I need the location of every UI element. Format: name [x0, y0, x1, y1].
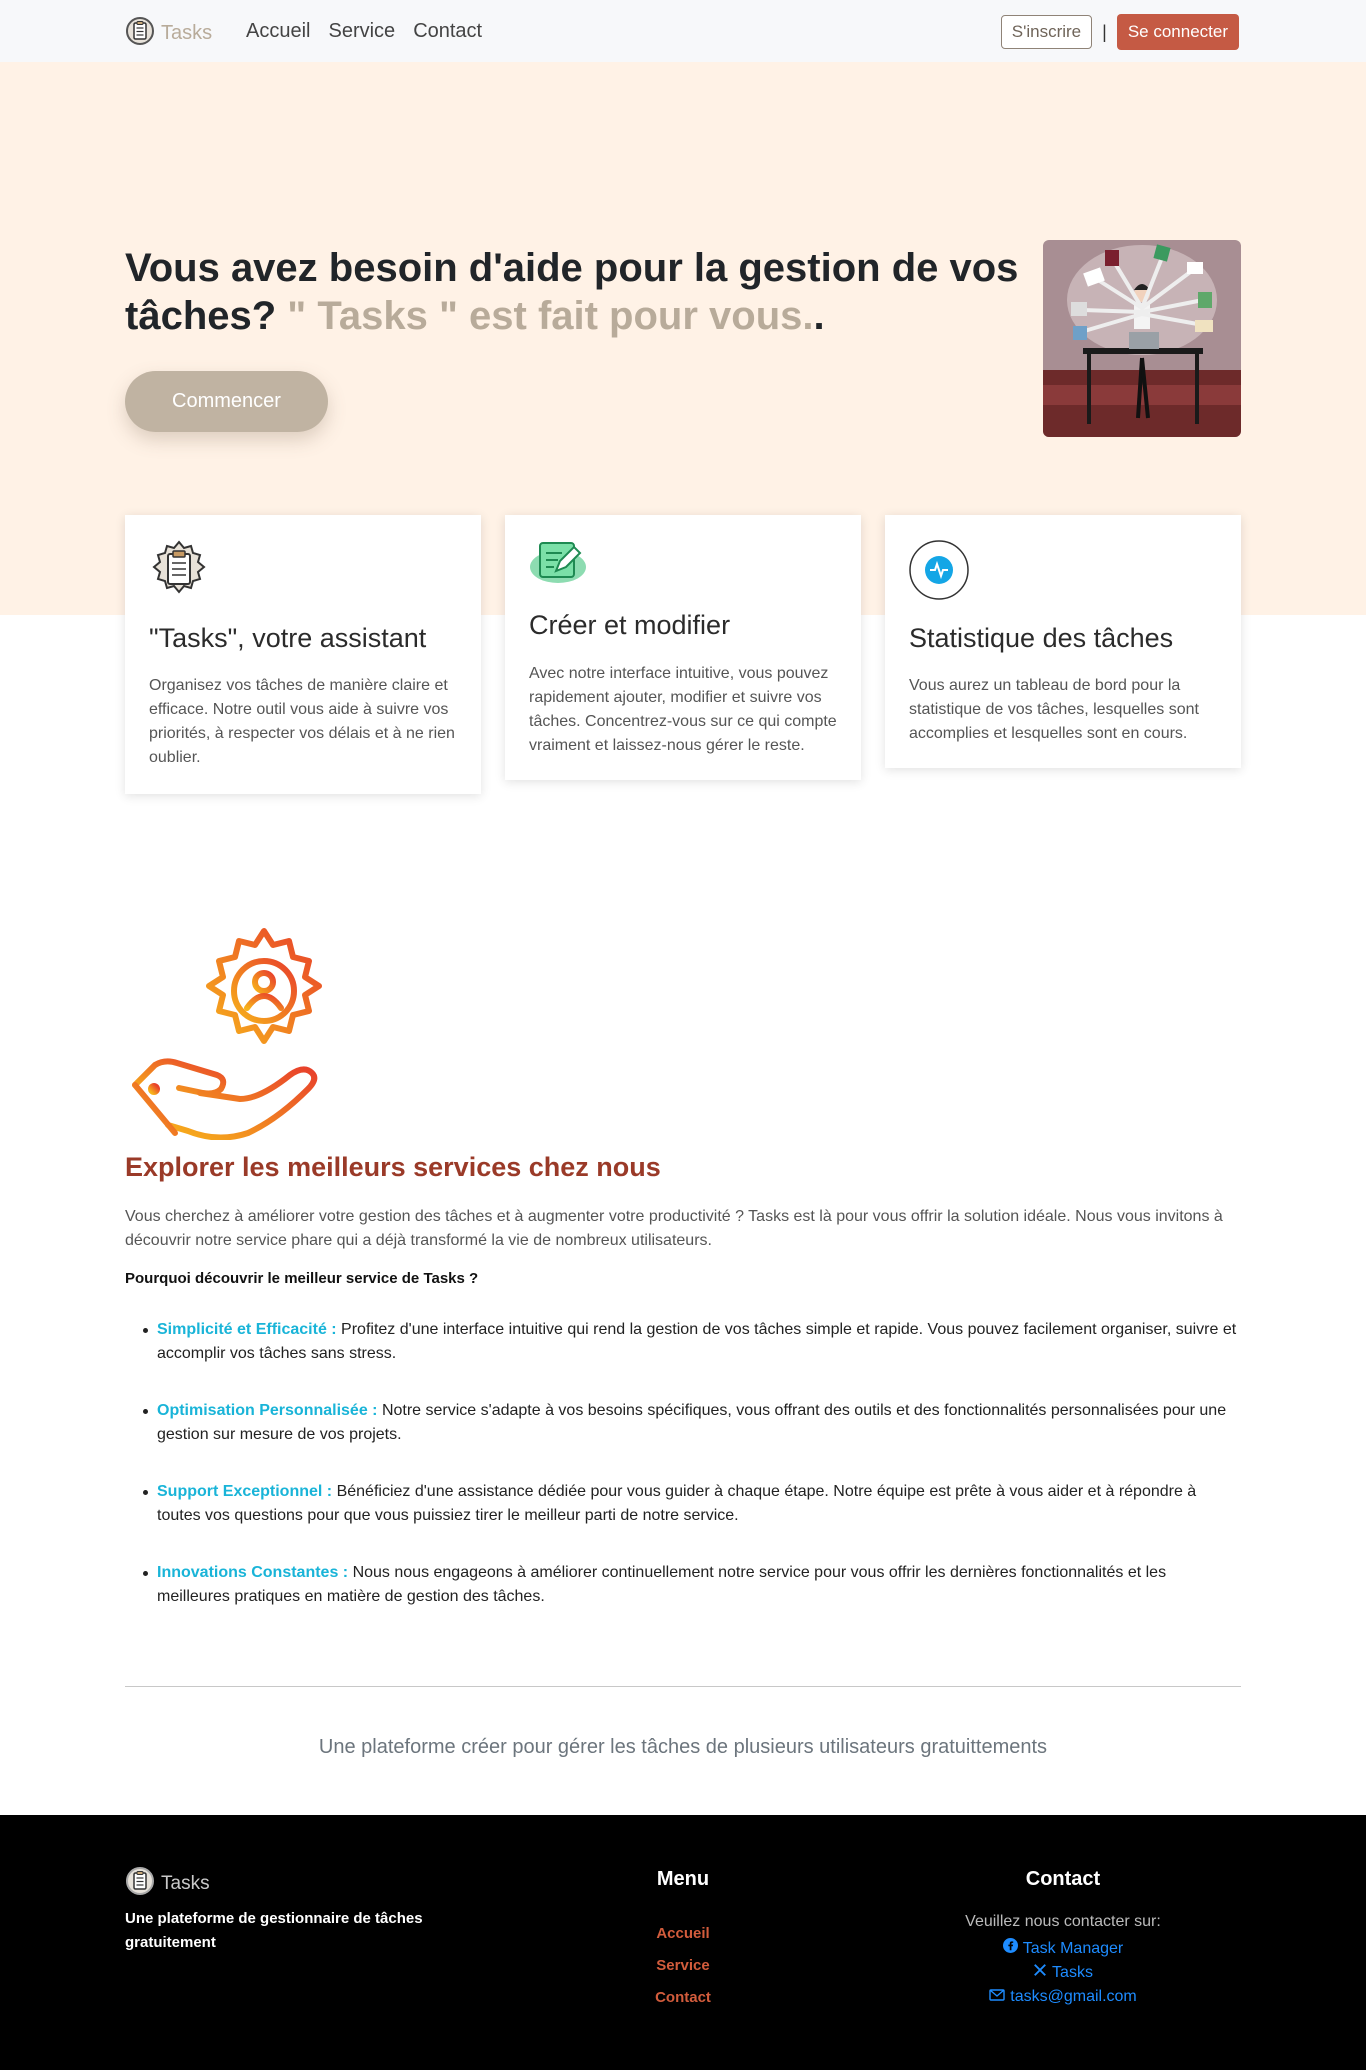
services-intro: Vous cherchez à améliorer votre gestion …	[125, 1208, 1223, 1249]
navbar: Tasks Accueil Service Contact S'inscrire…	[0, 0, 1366, 62]
nav-link-accueil[interactable]: Accueil	[246, 20, 310, 43]
nav-link-service[interactable]: Service	[328, 20, 395, 43]
nav-links: Accueil Service Contact	[246, 20, 482, 43]
hero-title: Vous avez besoin d'aide pour la gestion …	[125, 244, 1025, 340]
services-title-bold: services	[413, 1152, 522, 1182]
clipboard-logo-icon	[125, 1866, 155, 1901]
hand-gear-illustration	[130, 925, 345, 1145]
hero-illustration	[1043, 240, 1241, 437]
contact-x-label: Tasks	[1052, 1964, 1093, 1981]
footer-link-contact[interactable]: Contact	[583, 1982, 783, 2014]
pulse-stats-icon	[908, 539, 970, 606]
services-question: Pourquoi découvrir le meilleur service d…	[125, 1270, 479, 1287]
card-title: Statistique des tâches	[909, 623, 1174, 653]
service-item: Simplicité et Efficacité : Profitez d'un…	[125, 1318, 1240, 1366]
login-button[interactable]: Se connecter	[1116, 14, 1239, 50]
nav-auth: S'inscrire | Se connecter	[1000, 14, 1239, 50]
edit-note-icon	[528, 537, 590, 592]
contact-email-label: tasks@gmail.com	[1010, 1988, 1137, 2005]
services-title-pre: Explorer les meilleurs	[125, 1152, 414, 1182]
clipboard-gear-icon	[148, 539, 210, 606]
service-item-title: Support Exceptionnel :	[157, 1483, 333, 1500]
card-text: Organisez vos tâches de manière claire e…	[149, 677, 455, 766]
footer-menu: Accueil Service Contact	[583, 1918, 783, 2014]
footer-brand-name: Tasks	[161, 1872, 210, 1894]
service-item: Optimisation Personnalisée : Notre servi…	[125, 1399, 1240, 1447]
footer-menu-title: Menu	[656, 1868, 710, 1890]
footer: Tasks Une plateforme de gestionnaire de …	[0, 1815, 1366, 2070]
feature-card-assistant: "Tasks", votre assistant Organisez vos t…	[125, 515, 481, 794]
brand-name: Tasks	[161, 22, 213, 44]
service-item: Support Exceptionnel : Bénéficiez d'une …	[125, 1480, 1240, 1528]
hero-title-end: .	[813, 294, 825, 338]
signup-button[interactable]: S'inscrire	[1000, 15, 1093, 49]
footer-contact-links: Task Manager Tasks tasks@gmail.com	[913, 1937, 1213, 2009]
feature-card-stats: Statistique des tâches Vous aurez un tab…	[885, 515, 1241, 768]
service-item-title: Optimisation Personnalisée :	[157, 1402, 378, 1419]
hero-title-accent: " Tasks " est fait pour vous.	[287, 294, 814, 338]
contact-email-link[interactable]: tasks@gmail.com	[913, 1985, 1213, 2009]
services-title: Explorer les meilleurs services chez nou…	[125, 1152, 661, 1183]
facebook-icon	[1002, 1937, 1018, 1961]
service-item: Innovations Constantes : Nous nous engag…	[125, 1561, 1240, 1609]
footer-description: Une plateforme de gestionnaire de tâches…	[125, 1910, 423, 1951]
platform-tagline: Une plateforme créer pour gérer les tâch…	[318, 1736, 1048, 1758]
feature-card-create: Créer et modifier Avec notre interface i…	[505, 515, 861, 780]
contact-x-link[interactable]: Tasks	[913, 1961, 1213, 1985]
contact-facebook-label: Task Manager	[1022, 1940, 1124, 1957]
services-title-post: chez nous	[521, 1152, 661, 1182]
envelope-icon	[989, 1985, 1005, 2009]
card-title: "Tasks", votre assistant	[149, 623, 427, 653]
service-item-title: Innovations Constantes :	[157, 1564, 349, 1581]
services-list: Simplicité et Efficacité : Profitez d'un…	[125, 1318, 1240, 1642]
footer-contact-title: Contact	[1025, 1868, 1101, 1890]
footer-brand[interactable]: Tasks	[125, 1866, 210, 1901]
card-text: Avec notre interface intuitive, vous pou…	[529, 665, 837, 754]
footer-contact-intro: Veuillez nous contacter sur:	[965, 1913, 1161, 1930]
brand[interactable]: Tasks	[125, 16, 212, 51]
card-text: Vous aurez un tableau de bord pour la st…	[909, 677, 1199, 742]
contact-facebook-link[interactable]: Task Manager	[913, 1937, 1213, 1961]
nav-link-contact[interactable]: Contact	[413, 20, 482, 43]
x-icon	[1033, 1961, 1047, 1985]
footer-link-service[interactable]: Service	[583, 1950, 783, 1982]
section-divider	[125, 1686, 1241, 1687]
nav-separator: |	[1102, 21, 1107, 42]
card-title: Créer et modifier	[529, 610, 731, 640]
clipboard-logo-icon	[125, 16, 155, 51]
start-button[interactable]: Commencer	[125, 371, 328, 432]
service-item-title: Simplicité et Efficacité :	[157, 1321, 337, 1338]
footer-link-accueil[interactable]: Accueil	[583, 1918, 783, 1950]
